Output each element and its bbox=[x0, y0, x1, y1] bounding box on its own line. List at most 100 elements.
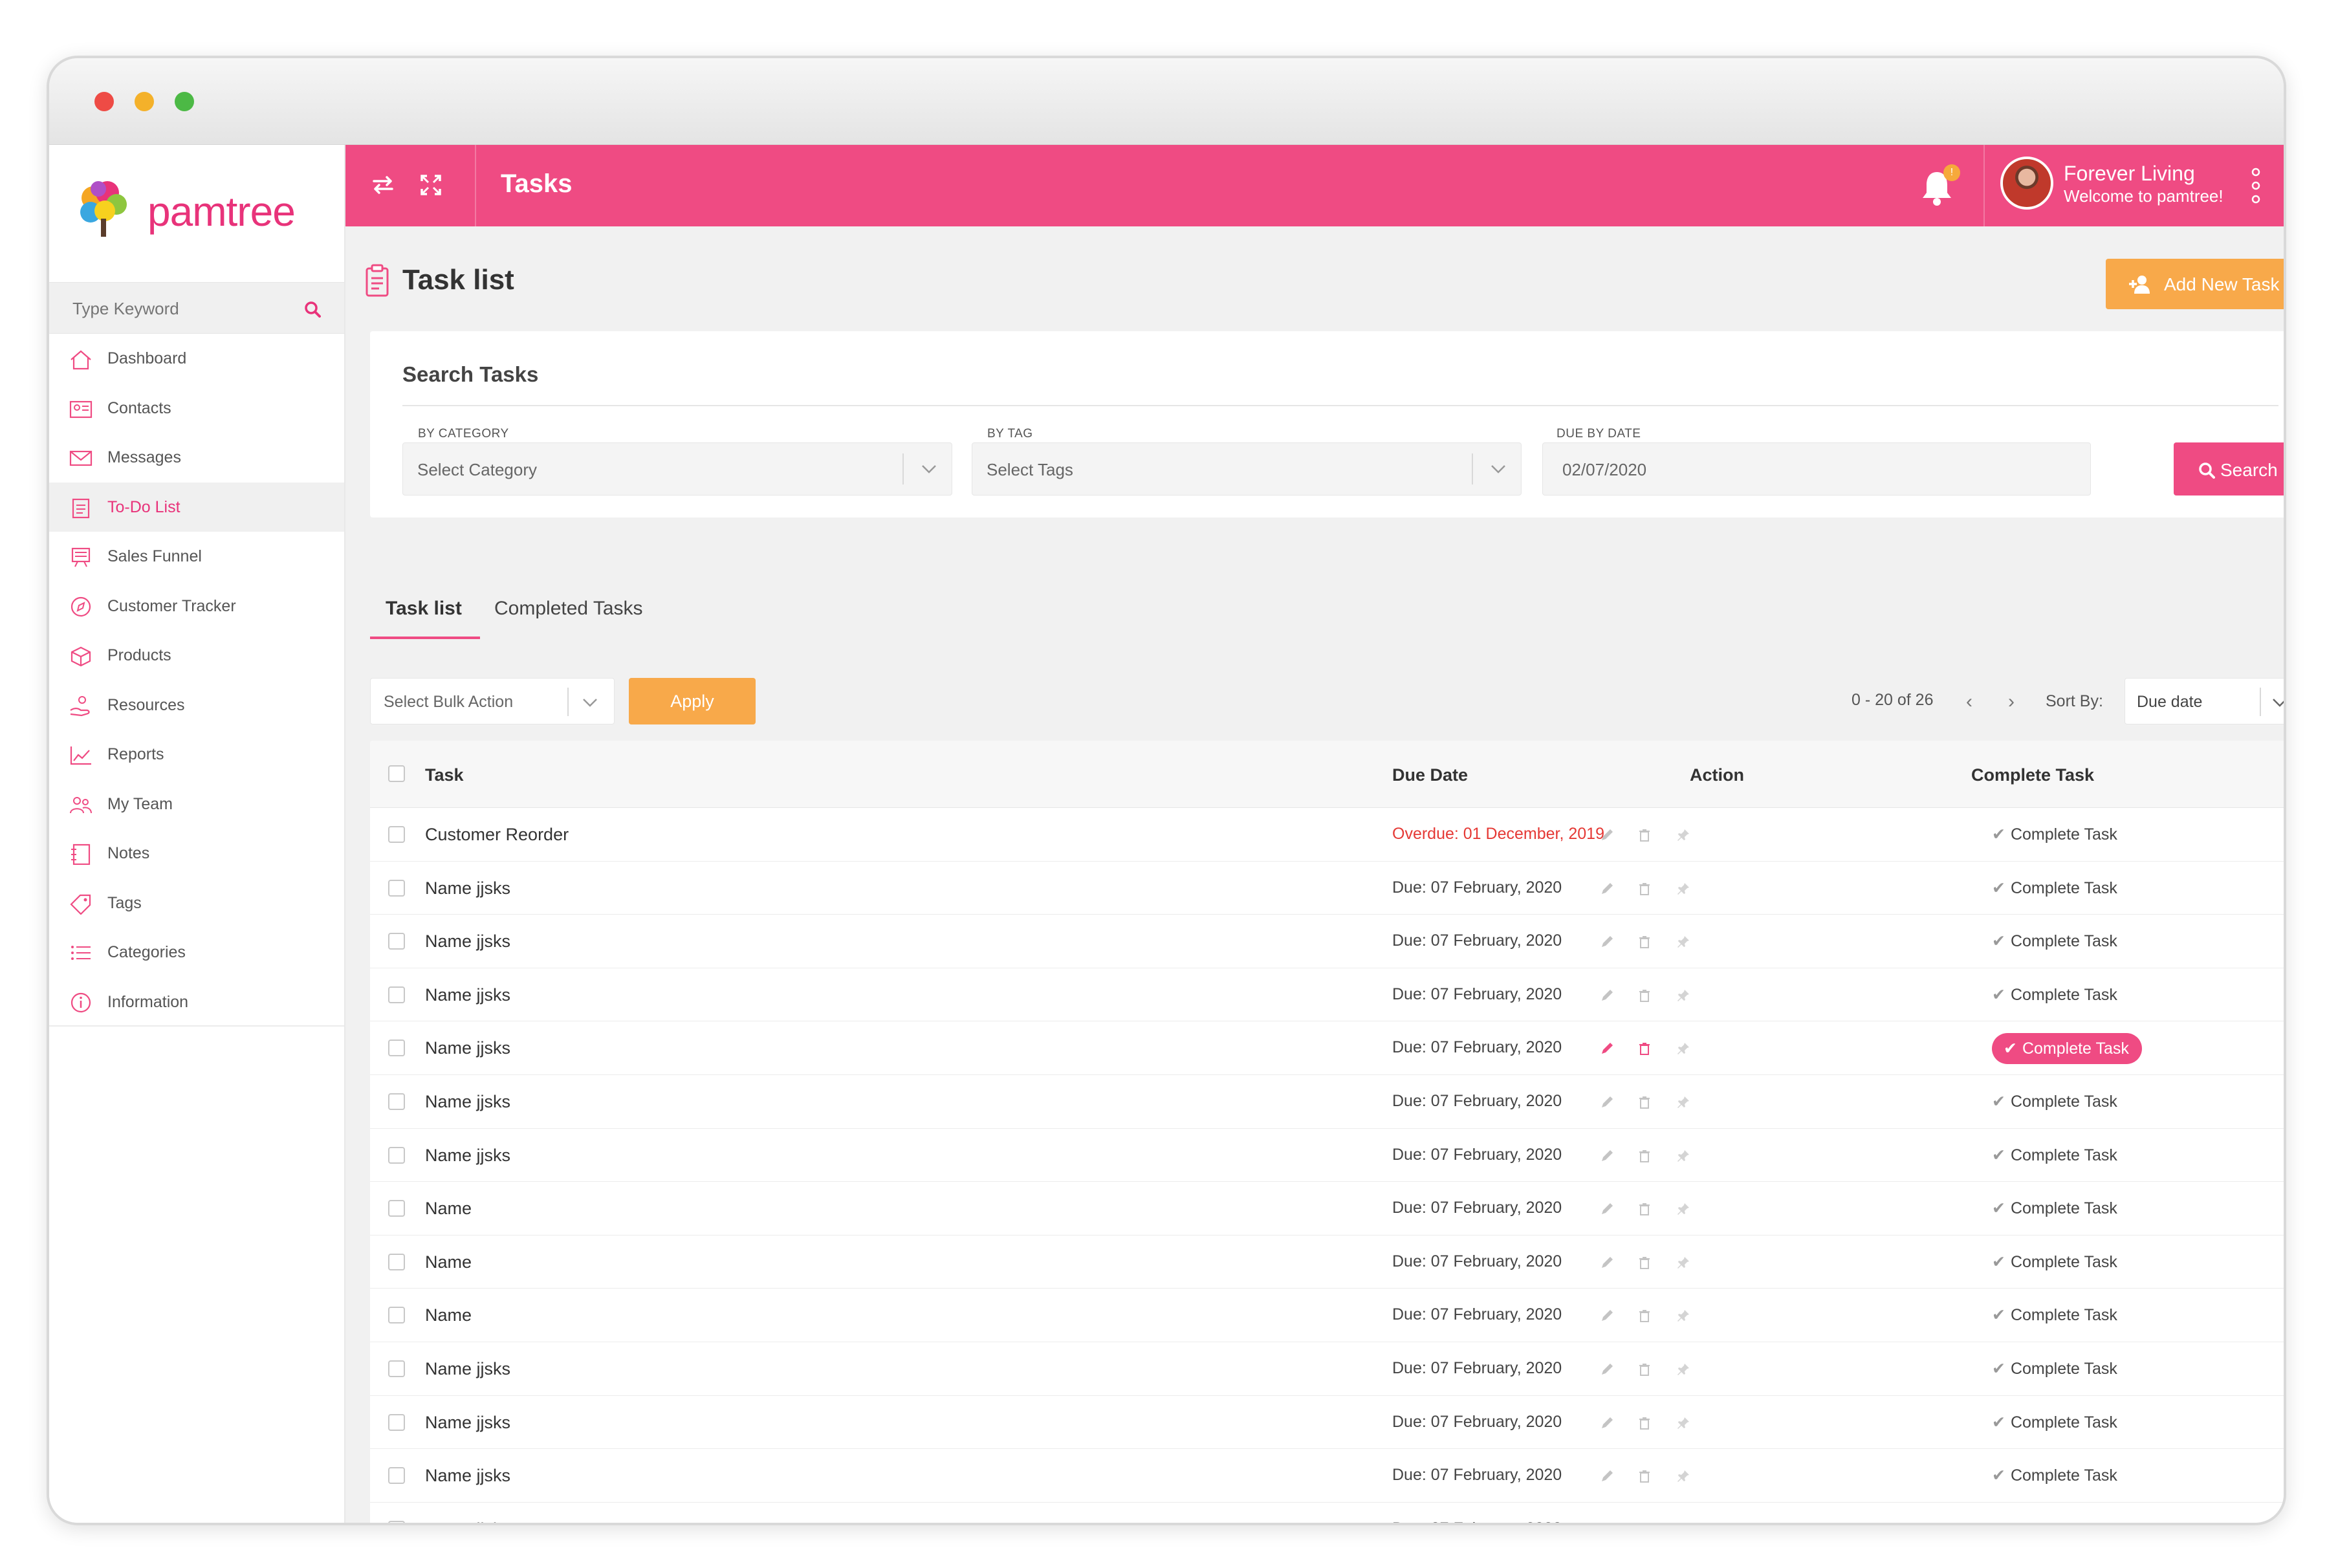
complete-task-button[interactable]: ✔ Complete Task bbox=[1992, 1359, 2117, 1378]
sidebar-item-tags[interactable]: Tags bbox=[49, 878, 344, 928]
row-checkbox[interactable] bbox=[388, 1146, 405, 1164]
sidebar-item-my-team[interactable]: My Team bbox=[49, 779, 344, 829]
delete-trash-icon[interactable] bbox=[1637, 1148, 1652, 1164]
row-checkbox[interactable] bbox=[388, 1040, 405, 1057]
delete-trash-icon[interactable] bbox=[1637, 881, 1652, 897]
delete-trash-icon[interactable] bbox=[1637, 1522, 1652, 1525]
task-name[interactable]: Name jjsks bbox=[425, 1146, 510, 1166]
complete-task-button[interactable]: ✔ Complete Task bbox=[1992, 1033, 2142, 1065]
row-checkbox[interactable] bbox=[388, 1413, 405, 1431]
task-name[interactable]: Name jjsks bbox=[425, 931, 510, 952]
complete-task-button[interactable]: ✔ Complete Task bbox=[1992, 1252, 2117, 1272]
table-row[interactable]: Name jjsks Due: 07 February, 2020 ✔ Complet… bbox=[370, 968, 2284, 1022]
task-name[interactable]: Name bbox=[425, 1305, 472, 1325]
task-name[interactable]: Name jjsks bbox=[425, 1413, 510, 1433]
task-name[interactable]: Name jjsks bbox=[425, 1359, 510, 1379]
pin-icon[interactable] bbox=[1676, 881, 1691, 897]
delete-trash-icon[interactable] bbox=[1637, 988, 1652, 1003]
pin-icon[interactable] bbox=[1676, 1148, 1691, 1164]
pin-icon[interactable] bbox=[1676, 1522, 1691, 1525]
delete-trash-icon[interactable] bbox=[1637, 1094, 1652, 1110]
delete-trash-icon[interactable] bbox=[1637, 1041, 1652, 1056]
row-checkbox[interactable] bbox=[388, 1093, 405, 1110]
edit-pencil-icon[interactable] bbox=[1599, 1148, 1615, 1164]
table-row[interactable]: Name jjsks Due: 07 February, 2020 ✔ Complet… bbox=[370, 1503, 2284, 1525]
row-checkbox[interactable] bbox=[388, 1360, 405, 1377]
more-options-icon[interactable] bbox=[2251, 167, 2260, 204]
row-checkbox[interactable] bbox=[388, 1307, 405, 1324]
row-checkbox[interactable] bbox=[388, 1467, 405, 1485]
pin-icon[interactable] bbox=[1676, 1308, 1691, 1323]
sidebar-item-messages[interactable]: Messages bbox=[49, 433, 344, 483]
edit-pencil-icon[interactable] bbox=[1599, 1255, 1615, 1270]
delete-trash-icon[interactable] bbox=[1637, 1362, 1652, 1377]
table-row[interactable]: Name jjsks Due: 07 February, 2020 ✔ Complet… bbox=[370, 862, 2284, 915]
due-date-input[interactable]: 02/07/2020 bbox=[1542, 442, 2091, 495]
table-row[interactable]: Name jjsks Due: 07 February, 2020 ✔ Complet… bbox=[370, 1021, 2284, 1075]
sidebar-item-resources[interactable]: Resources bbox=[49, 681, 344, 730]
table-row[interactable]: Name Due: 07 February, 2020 ✔ Complete Task bbox=[370, 1236, 2284, 1289]
tag-select[interactable]: Select Tags bbox=[972, 442, 1522, 495]
bulk-action-select[interactable]: Select Bulk Action bbox=[370, 678, 615, 724]
fullscreen-icon[interactable] bbox=[418, 172, 444, 198]
table-row[interactable]: Name Due: 07 February, 2020 ✔ Complete Task bbox=[370, 1182, 2284, 1236]
apply-button[interactable]: Apply bbox=[629, 678, 756, 724]
table-row[interactable]: Name jjsks Due: 07 February, 2020 ✔ Complet… bbox=[370, 1075, 2284, 1129]
pin-icon[interactable] bbox=[1676, 1094, 1691, 1110]
edit-pencil-icon[interactable] bbox=[1599, 1522, 1615, 1525]
sidebar-item-information[interactable]: Information bbox=[49, 977, 344, 1027]
sidebar-item-contacts[interactable]: Contacts bbox=[49, 384, 344, 433]
complete-task-button[interactable]: ✔ Complete Task bbox=[1992, 1519, 2117, 1523]
delete-trash-icon[interactable] bbox=[1637, 1201, 1652, 1217]
table-row[interactable]: Name jjsks Due: 07 February, 2020 ✔ Complet… bbox=[370, 1449, 2284, 1503]
pamtree-logo[interactable]: pamtree bbox=[75, 179, 321, 246]
delete-trash-icon[interactable] bbox=[1637, 827, 1652, 843]
edit-pencil-icon[interactable] bbox=[1599, 1415, 1615, 1431]
complete-task-button[interactable]: ✔ Complete Task bbox=[1992, 1305, 2117, 1325]
tab-completed-tasks[interactable]: Completed Tasks bbox=[494, 598, 643, 640]
pin-icon[interactable] bbox=[1676, 1201, 1691, 1217]
complete-task-button[interactable]: ✔ Complete Task bbox=[1992, 1146, 2117, 1165]
edit-pencil-icon[interactable] bbox=[1599, 1041, 1615, 1056]
row-checkbox[interactable] bbox=[388, 1200, 405, 1217]
row-checkbox[interactable] bbox=[388, 826, 405, 843]
complete-task-button[interactable]: ✔ Complete Task bbox=[1992, 985, 2117, 1005]
edit-pencil-icon[interactable] bbox=[1599, 1362, 1615, 1377]
minimize-window-button[interactable] bbox=[135, 92, 154, 111]
add-new-task-button[interactable]: Add New Task bbox=[2106, 259, 2284, 309]
sidebar-item-notes[interactable]: Notes bbox=[49, 829, 344, 878]
pin-icon[interactable] bbox=[1676, 1041, 1691, 1056]
edit-pencil-icon[interactable] bbox=[1599, 1308, 1615, 1323]
edit-pencil-icon[interactable] bbox=[1599, 1468, 1615, 1484]
pin-icon[interactable] bbox=[1676, 1255, 1691, 1270]
sidebar-item-customer-tracker[interactable]: Customer Tracker bbox=[49, 582, 344, 631]
row-checkbox[interactable] bbox=[388, 1520, 405, 1523]
maximize-window-button[interactable] bbox=[175, 92, 194, 111]
edit-pencil-icon[interactable] bbox=[1599, 827, 1615, 843]
row-checkbox[interactable] bbox=[388, 933, 405, 950]
task-name[interactable]: Name bbox=[425, 1252, 472, 1272]
table-row[interactable]: Customer Reorder Overdue: 01 December, 20… bbox=[370, 808, 2284, 862]
swap-arrows-icon[interactable] bbox=[370, 172, 396, 198]
pin-icon[interactable] bbox=[1676, 988, 1691, 1003]
complete-task-button[interactable]: ✔ Complete Task bbox=[1992, 878, 2117, 898]
edit-pencil-icon[interactable] bbox=[1599, 1201, 1615, 1217]
task-name[interactable]: Name jjsks bbox=[425, 878, 510, 898]
delete-trash-icon[interactable] bbox=[1637, 934, 1652, 950]
task-name[interactable]: Name jjsks bbox=[425, 1038, 510, 1058]
complete-task-button[interactable]: ✔ Complete Task bbox=[1992, 1199, 2117, 1218]
sidebar-item-dashboard[interactable]: Dashboard bbox=[49, 334, 344, 384]
previous-page-button[interactable]: ‹ bbox=[1966, 691, 1972, 713]
pin-icon[interactable] bbox=[1676, 1362, 1691, 1377]
search-button[interactable]: Search bbox=[2174, 442, 2284, 495]
sidebar-item-categories[interactable]: Categories bbox=[49, 928, 344, 977]
table-row[interactable]: Name jjsks Due: 07 February, 2020 ✔ Complet… bbox=[370, 1129, 2284, 1182]
pin-icon[interactable] bbox=[1676, 1468, 1691, 1484]
table-row[interactable]: Name Due: 07 February, 2020 ✔ Complete Task bbox=[370, 1289, 2284, 1342]
task-name[interactable]: Customer Reorder bbox=[425, 825, 569, 845]
edit-pencil-icon[interactable] bbox=[1599, 988, 1615, 1003]
keyword-search-input[interactable] bbox=[72, 294, 318, 323]
task-name[interactable]: Name jjsks bbox=[425, 1092, 510, 1112]
sidebar-item-products[interactable]: Products bbox=[49, 631, 344, 681]
task-name[interactable]: Name jjsks bbox=[425, 1466, 510, 1486]
